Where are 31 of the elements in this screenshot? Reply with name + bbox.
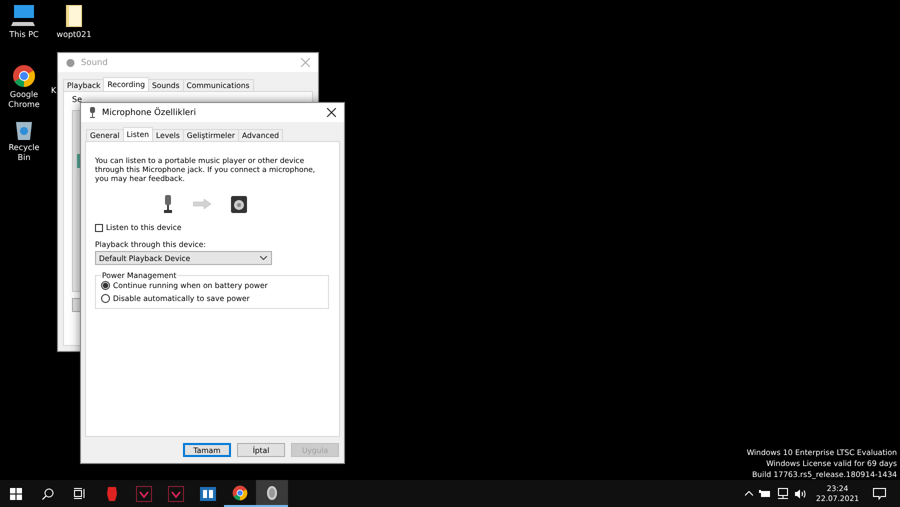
recycle-bin-icon [14,119,34,141]
search-icon [42,488,54,500]
network-icon[interactable] [777,488,790,499]
v-logo-icon [136,486,152,502]
file-icon [65,4,83,28]
radio-button[interactable] [101,294,110,303]
icon-label[interactable]: This PC [4,30,44,40]
volume-icon[interactable] [795,488,808,498]
computer-icon [11,4,37,28]
checkbox[interactable] [95,224,103,232]
chrome-icon [12,64,36,88]
window-title: Sound [81,58,109,68]
icon-label[interactable]: Google Chrome [4,90,44,110]
icon-label[interactable]: Recycle Bin [4,143,44,163]
icon-label[interactable]: wopt021 [54,30,94,40]
chevron-icon [260,256,267,260]
chrome-icon [232,484,248,500]
arrow-icon [193,199,211,209]
windows-icon [10,488,22,500]
window-title: Microphone Özellikleri [102,108,198,118]
icon-label[interactable]: K [51,86,56,95]
chevron-up-icon[interactable] [745,491,754,496]
notification-icon[interactable] [873,488,886,500]
media-icon [200,486,216,500]
instruction-text: Se [72,96,83,104]
task-view-icon [74,488,86,499]
v-logo-icon [168,486,184,502]
close-icon[interactable] [327,108,336,117]
radio-button[interactable] [101,281,110,290]
taskbar-app[interactable] [256,480,288,507]
battery-icon[interactable] [759,490,772,498]
